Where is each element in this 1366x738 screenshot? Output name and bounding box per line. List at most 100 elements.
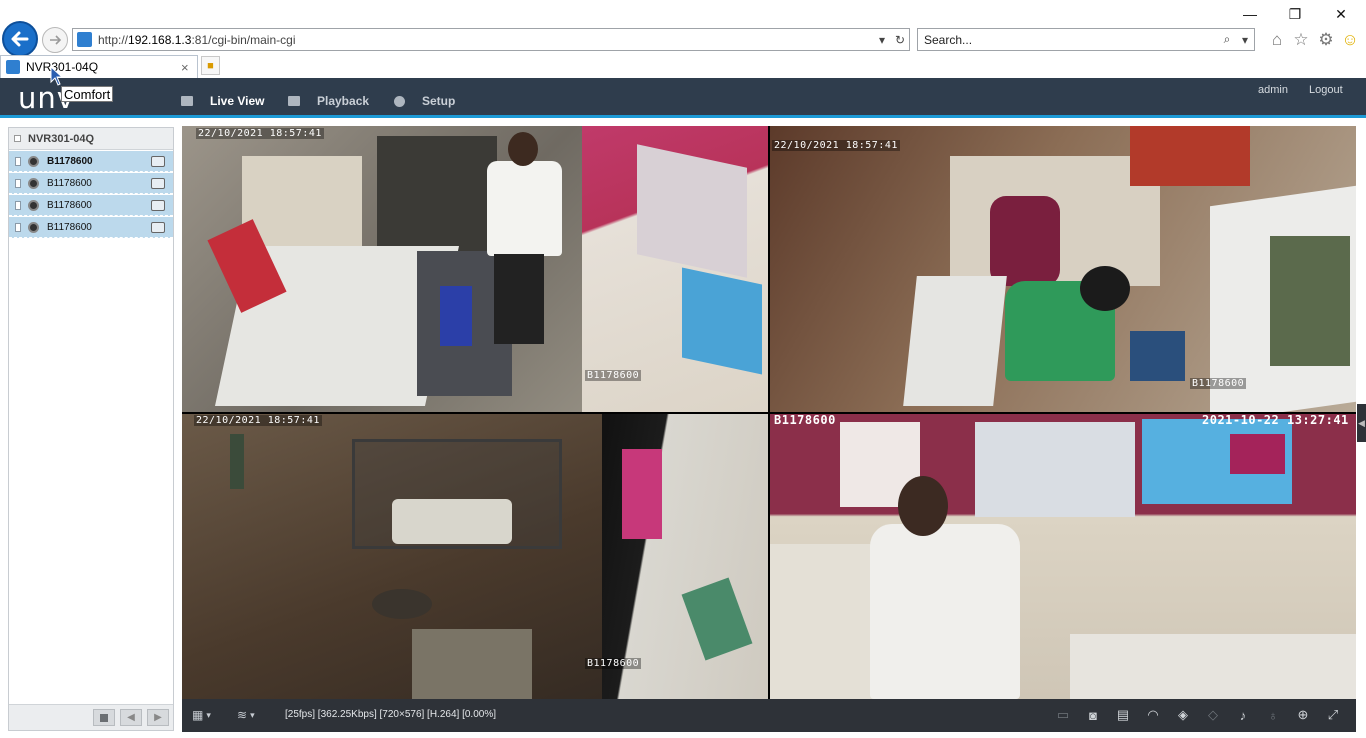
keyboard-device	[1130, 331, 1185, 381]
address-dropdown-icon[interactable]: ▾	[873, 33, 891, 47]
record-icon[interactable]	[151, 155, 165, 167]
camera-checkbox[interactable]	[15, 200, 21, 210]
picture-icon[interactable]: ▭	[1055, 707, 1071, 723]
device-tree-panel: NVR301-04Q B1178600 B1178600 B1178600 B1…	[8, 127, 174, 731]
camera-checkbox[interactable]	[15, 222, 21, 232]
video-tile[interactable]: B1178600 2021-10-22 13:27:41	[770, 414, 1356, 699]
camera-icon	[28, 155, 39, 167]
tile-camera-name: B1178600	[774, 414, 836, 427]
record-clip-icon[interactable]: ▤	[1115, 707, 1131, 723]
person-head	[508, 132, 538, 166]
device-node[interactable]: NVR301-04Q	[9, 128, 173, 150]
smiley-feedback-icon[interactable]: ☺	[1340, 30, 1360, 50]
white-sack	[392, 499, 512, 544]
side-panel-toggle[interactable]: ◀	[1357, 404, 1366, 442]
chevron-down-icon: ▾	[250, 709, 255, 720]
tab-close-icon[interactable]: ×	[181, 60, 197, 75]
back-button[interactable]	[2, 21, 38, 57]
minimize-button[interactable]: —	[1235, 4, 1265, 24]
next-page-button[interactable]: ▶	[147, 709, 169, 726]
gear-icon	[394, 95, 405, 107]
page-icon	[77, 32, 92, 47]
favorites-star-icon[interactable]: ☆	[1291, 30, 1311, 50]
search-icon[interactable]: ⌕	[1218, 32, 1236, 47]
gear-icon[interactable]: ⚙	[1316, 30, 1336, 50]
camera-row[interactable]: B1178600	[9, 151, 173, 172]
camera-label: B1178600	[47, 155, 93, 167]
ptz-footer: ◀ ▶	[9, 704, 173, 730]
previous-page-button[interactable]: ◀	[120, 709, 142, 726]
stream-icon: ≋	[237, 708, 248, 722]
white-cabinet	[903, 276, 1007, 406]
dewarp-icon[interactable]: ◇	[1205, 707, 1221, 723]
tile-timestamp: 2021-10-22 13:27:41	[1202, 414, 1349, 427]
camera-icon	[28, 221, 39, 233]
address-bar[interactable]: http://192.168.1.3:81/cgi-bin/main-cgi ▾…	[72, 28, 910, 51]
pnb-logo-panel	[1230, 434, 1285, 474]
chevron-down-icon: ▾	[206, 709, 211, 720]
camera-row[interactable]: B1178600	[9, 217, 173, 238]
home-icon[interactable]: ⌂	[1267, 30, 1287, 50]
ptz-icon[interactable]: ◠	[1145, 707, 1161, 723]
person-head	[1080, 266, 1130, 311]
forward-arrow-icon	[50, 35, 62, 45]
tile-timestamp: 22/10/2021 18:57:41	[194, 415, 322, 426]
refresh-icon[interactable]: ↻	[891, 33, 909, 47]
user-name: admin	[1258, 84, 1288, 96]
poster	[622, 449, 662, 539]
camera-icon	[28, 177, 39, 189]
desk	[1070, 634, 1356, 699]
tile-camera-name: B1178600	[585, 370, 642, 381]
camera-label: B1178600	[47, 221, 92, 233]
camera-label: B1178600	[47, 199, 92, 211]
zoom-icon[interactable]: ⊕	[1295, 707, 1311, 723]
record-icon[interactable]	[151, 177, 165, 189]
camera-checkbox[interactable]	[15, 178, 21, 188]
collapse-toggle-icon[interactable]	[14, 135, 21, 142]
person-shirt	[870, 524, 1020, 699]
search-dropdown-icon[interactable]: ▾	[1236, 33, 1254, 47]
person-legs	[494, 254, 544, 344]
menu-live-view[interactable]: Live View	[181, 91, 264, 111]
poster	[682, 267, 762, 375]
wall-panel	[242, 156, 362, 246]
speaker-icon[interactable]: ♪	[1235, 707, 1251, 723]
menu-setup[interactable]: Setup	[394, 91, 455, 111]
video-tile[interactable]: 22/10/2021 18:57:41 B1178600	[182, 414, 768, 699]
stream-select-button[interactable]: ≋ ▾	[237, 707, 255, 723]
stream-info: [25fps] [362.25Kbps] [720×576] [H.264] […	[285, 709, 496, 720]
menu-playback[interactable]: Playback	[288, 91, 369, 111]
tile-timestamp: 22/10/2021 18:57:41	[772, 140, 900, 151]
person-head	[898, 476, 948, 536]
snapshot-camera-icon[interactable]: ◙	[1085, 707, 1101, 723]
restore-button[interactable]: ❐	[1280, 4, 1310, 24]
layout-select-button[interactable]: ▦ ▾	[192, 707, 211, 723]
browser-tab[interactable]: NVR301-04Q ×	[0, 55, 198, 78]
close-window-button[interactable]: ✕	[1326, 4, 1356, 24]
logout-link[interactable]: Logout	[1309, 84, 1343, 96]
new-tab-button[interactable]: ■	[201, 56, 220, 75]
stop-icon	[100, 713, 108, 722]
forward-button[interactable]	[42, 27, 68, 53]
camera-checkbox[interactable]	[15, 156, 21, 166]
tile-camera-name: B1178600	[585, 658, 642, 669]
microphone-icon[interactable]: ♁	[1265, 707, 1281, 723]
mouse-cursor-icon	[50, 66, 64, 86]
left-arrow-icon: ◀	[127, 712, 135, 723]
video-tile[interactable]: 22/10/2021 18:57:41 B1178600	[182, 126, 768, 412]
manhole	[372, 589, 432, 619]
monitor-icon	[181, 96, 193, 106]
url-text: http://192.168.1.3:81/cgi-bin/main-cgi	[98, 32, 296, 47]
camera-row[interactable]: B1178600	[9, 195, 173, 216]
camera-row[interactable]: B1178600	[9, 173, 173, 194]
target-icon[interactable]: ◈	[1175, 707, 1191, 723]
right-arrow-icon: ▶	[154, 712, 162, 723]
menu-label: Setup	[422, 94, 456, 108]
search-input[interactable]: Search... ⌕ ▾	[917, 28, 1255, 51]
fullscreen-icon[interactable]: ⤢	[1325, 707, 1341, 723]
record-icon[interactable]	[151, 221, 165, 233]
stop-all-button[interactable]	[93, 709, 115, 726]
record-icon[interactable]	[151, 199, 165, 211]
red-wall	[1130, 126, 1250, 186]
video-tile[interactable]: 22/10/2021 18:57:41 B1178600	[770, 126, 1356, 412]
